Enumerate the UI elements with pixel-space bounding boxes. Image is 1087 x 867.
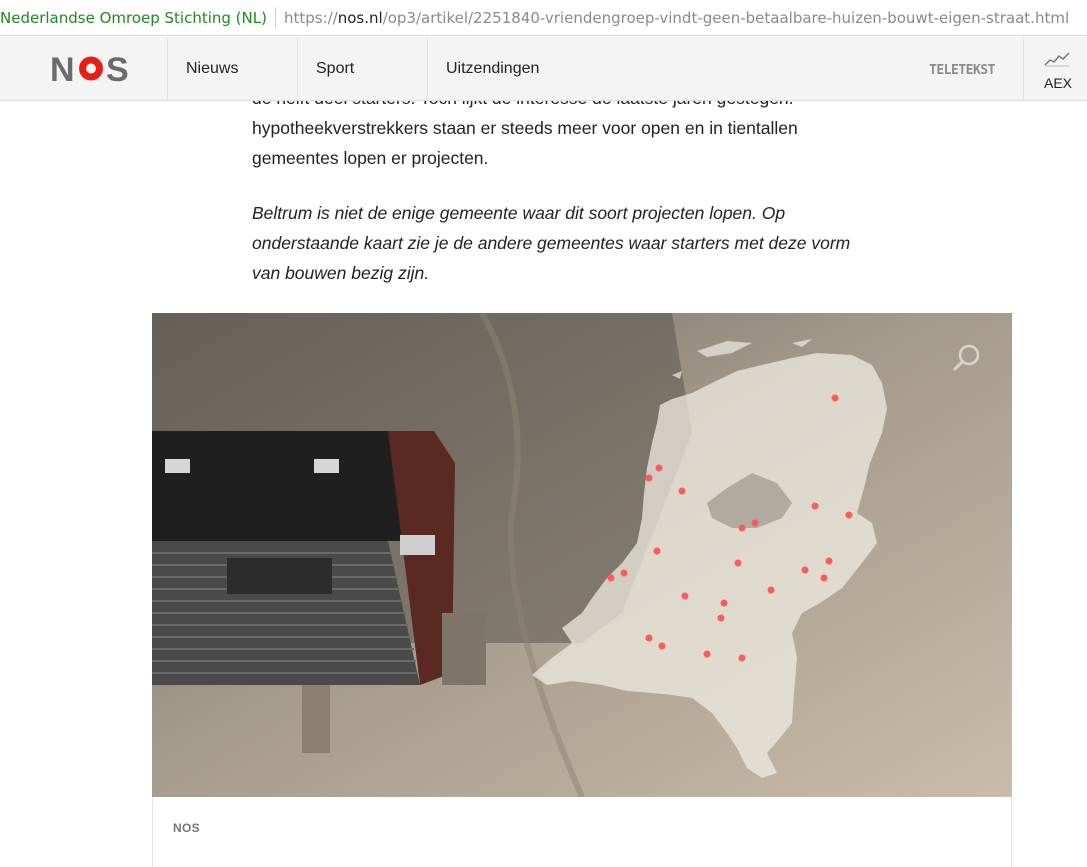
location-dot [767, 586, 775, 594]
location-dot [655, 464, 663, 472]
image-caption: NOS [152, 797, 1012, 867]
location-dot [801, 566, 809, 574]
nav-label: Nieuws [186, 60, 239, 77]
location-dot [645, 634, 653, 642]
location-dot [751, 519, 759, 527]
paragraph-line: Beltrum is niet de enige gemeente waar d… [252, 203, 786, 223]
location-dot [653, 547, 661, 555]
netherlands-map-graphic [152, 313, 1012, 797]
location-dot [645, 474, 653, 482]
nos-logo[interactable]: N S [50, 51, 134, 85]
site-identity[interactable]: Nederlandse Omroep Stichting (NL) [0, 9, 275, 27]
caption-credit: NOS [173, 821, 200, 835]
chart-trend-icon [1044, 52, 1070, 67]
location-dot [720, 599, 728, 607]
paragraph-line: hypotheekverstrekkers staan er steeds me… [252, 118, 798, 138]
nav-uitzendingen[interactable]: Uitzendingen [427, 37, 587, 101]
paragraph-line: van bouwen bezig zijn. [252, 263, 430, 283]
location-dot [738, 524, 746, 532]
location-dot [825, 557, 833, 565]
map-image[interactable] [152, 313, 1012, 797]
nav-label: Uitzendingen [446, 60, 540, 77]
location-dot [607, 574, 615, 582]
paragraph-line: onderstaande kaart zie je de andere geme… [252, 233, 851, 253]
nav-label: Sport [316, 60, 355, 77]
location-dot [681, 592, 689, 600]
nav-nieuws[interactable]: Nieuws [167, 37, 297, 101]
teletekst-link[interactable]: TELETEKST [920, 59, 1004, 79]
svg-text:S: S [106, 51, 129, 85]
location-dot [620, 569, 628, 577]
location-dot [678, 487, 686, 495]
aex-widget[interactable]: AEX [1023, 37, 1087, 101]
url-scheme[interactable]: https:// [284, 9, 338, 27]
paragraph-line: gemeentes lopen er projecten. [252, 148, 489, 168]
location-dot [717, 614, 725, 622]
location-dot [738, 654, 746, 662]
location-dot [734, 559, 742, 567]
address-divider [274, 6, 276, 29]
svg-text:N: N [50, 51, 75, 85]
article-paragraph-italic: Beltrum is niet de enige gemeente waar d… [252, 198, 892, 288]
nav-sport[interactable]: Sport [297, 37, 427, 101]
location-dot [703, 650, 711, 658]
teletekst-label: TELETEKST [929, 63, 996, 78]
location-dot [831, 394, 839, 402]
location-dot [811, 502, 819, 510]
url-host[interactable]: nos.nl [338, 9, 383, 27]
url-path[interactable]: /op3/artikel/2251840-vriendengroep-vindt… [383, 9, 1069, 27]
location-dot [658, 642, 666, 650]
location-dot [820, 574, 828, 582]
location-dot [845, 511, 853, 519]
aex-label: AEX [1044, 75, 1073, 91]
browser-address-bar[interactable]: Nederlandse Omroep Stichting (NL) https:… [0, 0, 1087, 36]
site-header: N S Nieuws Sport Uitzendingen TELETEKST … [0, 37, 1087, 101]
